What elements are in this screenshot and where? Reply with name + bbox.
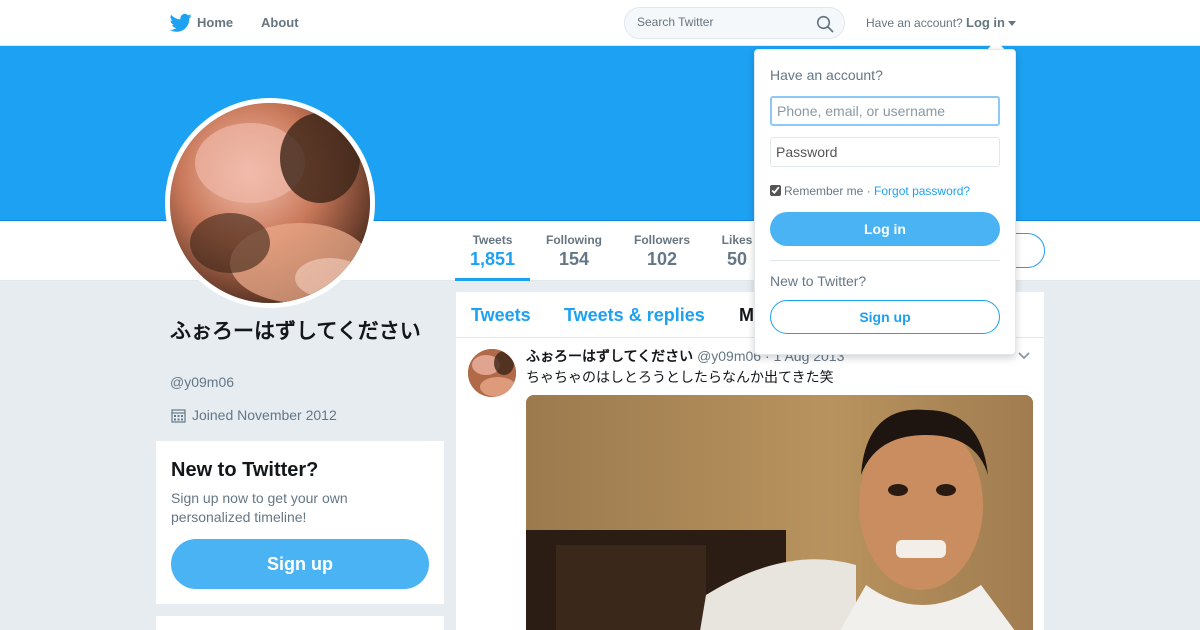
avatar-photo bbox=[170, 103, 370, 303]
tweet-avatar[interactable] bbox=[468, 349, 516, 397]
tab-tweets-replies[interactable]: Tweets & replies bbox=[564, 305, 705, 326]
username-field[interactable] bbox=[770, 96, 1000, 126]
tweet-photo bbox=[526, 395, 1033, 630]
stat-label: Followers bbox=[633, 233, 690, 247]
forgot-password-link[interactable]: Forgot password? bbox=[874, 184, 970, 198]
stat-label: Tweets bbox=[472, 233, 513, 247]
top-navigation-bar: Home About Have an account? Log in bbox=[0, 0, 1200, 46]
tweet-author-name[interactable]: ふぉろーはずしてください bbox=[526, 348, 693, 364]
search-input[interactable] bbox=[637, 15, 812, 29]
calendar-icon bbox=[171, 409, 186, 423]
caret-down-icon bbox=[1008, 21, 1016, 27]
new-to-twitter-text: New to Twitter? bbox=[770, 273, 867, 289]
signup-card: New to Twitter? Sign up now to get your … bbox=[156, 441, 444, 604]
password-field[interactable] bbox=[770, 137, 1000, 167]
login-button[interactable]: Log in bbox=[770, 212, 1000, 246]
profile-avatar[interactable] bbox=[165, 98, 375, 308]
stat-value: 154 bbox=[558, 249, 590, 269]
stat-value: 1,851 bbox=[469, 249, 516, 269]
joined-date-text: Joined November 2012 bbox=[192, 407, 337, 423]
stat-tweets[interactable]: Tweets 1,851 bbox=[455, 233, 530, 281]
remember-me-row: Remember me · Forgot password? bbox=[770, 184, 970, 198]
tab-media[interactable]: M bbox=[739, 305, 754, 326]
stat-likes[interactable]: Likes 50 bbox=[717, 233, 757, 270]
stat-following[interactable]: Following 154 bbox=[540, 233, 608, 270]
signup-card-text: Sign up now to get your own personalized… bbox=[171, 490, 348, 525]
twitter-bird-icon[interactable] bbox=[170, 13, 192, 33]
magnifier-icon[interactable] bbox=[816, 15, 834, 33]
search-box bbox=[624, 7, 845, 39]
login-toggle-label: Log in bbox=[966, 15, 1005, 30]
stat-label: Likes bbox=[721, 233, 753, 247]
stat-value: 50 bbox=[726, 249, 748, 269]
sidebar-card bbox=[156, 616, 444, 630]
profile-display-name: ふぉろーはずしてください bbox=[170, 320, 421, 343]
tab-tweets[interactable]: Tweets bbox=[471, 305, 531, 326]
remember-me-label[interactable]: Remember me bbox=[784, 184, 863, 198]
tweet-avatar-photo bbox=[468, 349, 516, 397]
signup-button[interactable]: Sign up bbox=[770, 300, 1000, 334]
profile-joined: Joined November 2012 bbox=[171, 407, 337, 423]
have-account-text: Have an account? bbox=[866, 16, 963, 30]
chevron-down-icon[interactable] bbox=[1018, 352, 1030, 360]
dropdown-title: Have an account? bbox=[770, 67, 883, 83]
nav-about-link[interactable]: About bbox=[261, 15, 299, 30]
signup-card-button[interactable]: Sign up bbox=[171, 539, 429, 589]
login-dropdown-toggle[interactable]: Log in bbox=[966, 15, 1016, 30]
stat-followers[interactable]: Followers 102 bbox=[628, 233, 696, 270]
stat-label: Following bbox=[546, 233, 602, 247]
tweet-author-handle[interactable]: @y09m06 bbox=[697, 348, 761, 364]
dropdown-divider bbox=[770, 260, 1000, 261]
signup-card-title: New to Twitter? bbox=[171, 459, 319, 481]
nav-home-link[interactable]: Home bbox=[197, 15, 233, 30]
profile-screen-name[interactable]: @y09m06 bbox=[170, 374, 234, 390]
separator-dot: · bbox=[866, 184, 871, 198]
remember-me-checkbox[interactable] bbox=[770, 185, 781, 196]
tweet-text: ちゃちゃのはしとろうとしたらなんか出てきた笑 bbox=[526, 369, 834, 385]
stat-value: 102 bbox=[646, 249, 678, 269]
login-dropdown: Have an account? Remember me · Forgot pa… bbox=[754, 49, 1016, 355]
tweet-media-photo[interactable] bbox=[526, 395, 1033, 630]
